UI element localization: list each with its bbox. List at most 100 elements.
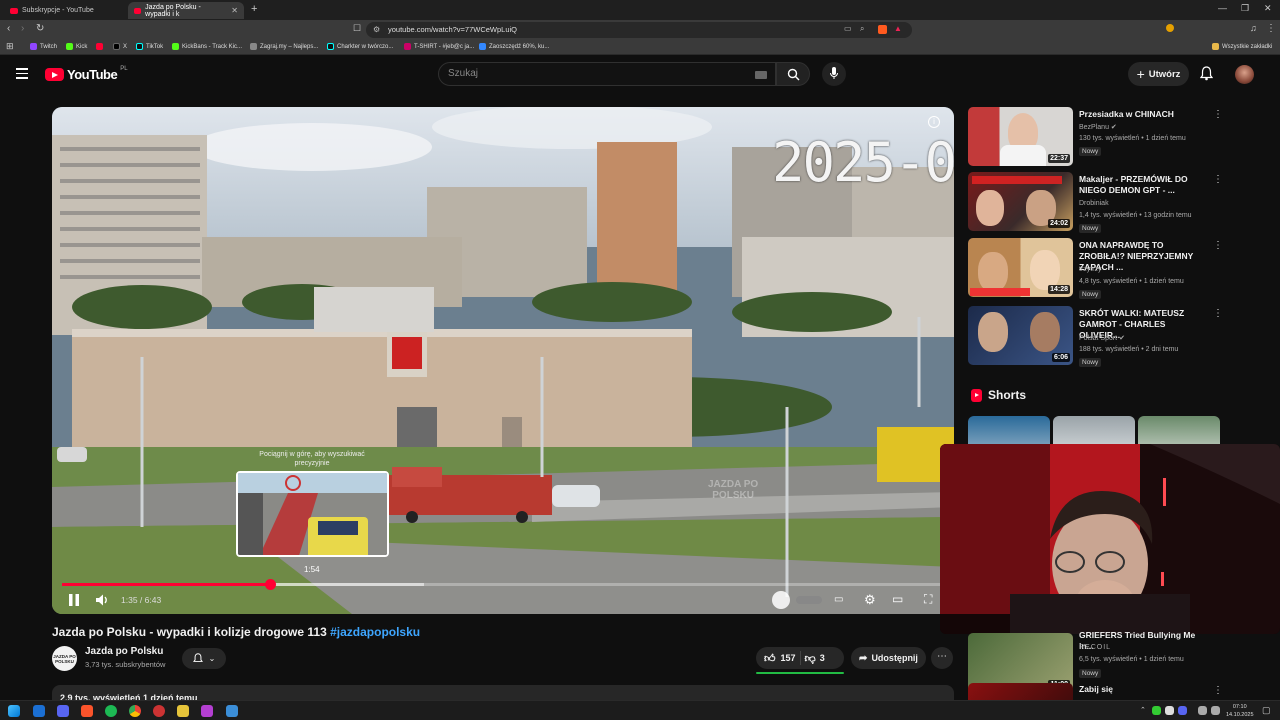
more-options-icon[interactable]: ⋮ [1213, 685, 1223, 696]
video-thumbnail[interactable]: 6:06 [968, 306, 1073, 365]
tab-current-video[interactable]: Jazda po Polsku - wypadki i k ✕ [128, 2, 244, 19]
tray-icon[interactable] [1152, 706, 1161, 715]
recommendation-item[interactable]: 24:02 Makaljer - PRZEMÓWIŁ DO NIEGO DEMO… [968, 172, 1228, 233]
all-bookmarks-folder[interactable]: Wszystkie zakładki [1212, 43, 1272, 50]
volume-tray-icon[interactable] [1211, 706, 1220, 715]
network-icon[interactable] [1198, 706, 1207, 715]
fullscreen-icon[interactable]: ⛶ [924, 592, 932, 607]
brave-icon[interactable] [81, 705, 93, 717]
more-options-icon[interactable]: ⋮ [1213, 240, 1223, 251]
bookmark-tshirt[interactable]: T-SHIRT - #jeb@c ja... [404, 43, 474, 50]
tray-chevron-icon[interactable]: ⌃ [1140, 706, 1146, 714]
create-button[interactable]: + Utwórz [1128, 62, 1189, 86]
video-thumbnail[interactable]: 14:28 [968, 238, 1073, 297]
app-icon[interactable] [201, 705, 213, 717]
short-thumbnail[interactable] [1053, 416, 1135, 446]
theater-mode-icon[interactable]: ▭ [892, 592, 903, 606]
recommendation-item[interactable]: 6:06 SKRÓT WALKI: MATEUSZ GAMROT - CHARL… [968, 306, 1228, 367]
close-window-icon[interactable]: ✕ [1264, 3, 1272, 14]
info-icon[interactable]: i [928, 116, 940, 128]
bookmark-youtube[interactable] [96, 43, 103, 50]
hamburger-menu-icon[interactable] [16, 68, 28, 82]
tray-icon[interactable] [1165, 706, 1174, 715]
bookmark-charkter[interactable]: Charkter w twórczo... [327, 43, 393, 50]
recommendation-channel: RECOIL [1079, 644, 1112, 651]
channel-name[interactable]: Jazda po Polsku [85, 646, 163, 657]
site-info-icon[interactable]: ⚙ [373, 25, 380, 34]
install-icon[interactable]: ▭ [844, 24, 852, 33]
bookmark-kickbans[interactable]: KickBans - Track Kic... [172, 43, 242, 50]
chrome-icon[interactable] [129, 705, 141, 717]
recommendation-item[interactable]: Zabij się ⋮ [968, 683, 1228, 700]
recommendation-stats: 188 tys. wyświetleń • 2 dni temu [1079, 346, 1179, 353]
like-count[interactable]: 157 [781, 653, 796, 663]
short-thumbnail[interactable] [968, 416, 1050, 446]
video-thumbnail[interactable]: 22:37 [968, 107, 1073, 166]
pause-icon[interactable] [68, 593, 80, 607]
maximize-icon[interactable]: ❐ [1241, 3, 1249, 14]
video-thumbnail[interactable] [968, 683, 1073, 700]
minimize-icon[interactable]: — [1218, 3, 1227, 13]
forward-icon[interactable]: › [21, 23, 24, 34]
notifications-bell-icon[interactable] [1200, 66, 1213, 81]
obs-icon[interactable] [153, 705, 165, 717]
dislike-count[interactable]: 3 [820, 653, 825, 663]
more-actions-button[interactable]: ⋯ [931, 647, 953, 669]
search-input[interactable] [448, 68, 738, 79]
youtube-logo[interactable]: YouTube PL [45, 66, 128, 82]
progress-bar[interactable] [62, 579, 944, 590]
reload-icon[interactable]: ↻ [36, 23, 44, 34]
app-icon[interactable] [177, 705, 189, 717]
more-options-icon[interactable]: ⋮ [1213, 174, 1223, 185]
windows-start-icon[interactable] [8, 705, 20, 717]
video-player[interactable]: 2025-09 JAZDA PO POLSKU i Pociągnij w gó… [52, 107, 954, 614]
brave-shields-icon[interactable] [878, 25, 887, 34]
media-control-icon[interactable]: ♫ [1250, 23, 1257, 33]
browser-menu-icon[interactable]: ⋮ [1266, 23, 1276, 34]
channel-avatar[interactable]: JAZDA PO POLSKU [52, 646, 77, 671]
discord-icon[interactable] [57, 705, 69, 717]
recommendation-item[interactable]: 14:28 ONA NAPRAWDĘ TO ZROBIŁA!? NIEPRZYJ… [968, 238, 1228, 299]
address-bar[interactable]: ⚙ youtube.com/watch?v=77WCeWpLuiQ ▭ ⌕ ▲ [366, 22, 912, 38]
hashtag-link[interactable]: #jazdapopolsku [330, 625, 420, 639]
tab-subscriptions[interactable]: Subskrypcje - YouTube [4, 2, 124, 19]
close-tab-icon[interactable]: ✕ [231, 6, 238, 15]
new-tab-button[interactable]: + [251, 3, 257, 15]
share-button[interactable]: ➦ Udostępnij [851, 647, 926, 669]
bookmark-zagraj[interactable]: Zagraj.my – Najleps... [250, 43, 318, 50]
zoom-icon[interactable]: ⌕ [860, 24, 864, 34]
app-icon[interactable] [226, 705, 238, 717]
tray-icon[interactable] [1178, 706, 1187, 715]
thumbs-down-icon[interactable]: 👎︎ [805, 652, 816, 665]
video-thumbnail[interactable]: 24:02 [968, 172, 1073, 231]
apps-grid-icon[interactable]: ⊞ [6, 41, 14, 52]
bookmark-x[interactable]: X [113, 43, 127, 50]
keyboard-icon[interactable] [755, 71, 767, 79]
bookmark-twitch[interactable]: Twitch [30, 43, 57, 50]
subscribed-notification-button[interactable]: ⌄ [182, 648, 226, 669]
bookmark-tiktok[interactable]: TikTok [136, 43, 163, 50]
more-options-icon[interactable]: ⋮ [1213, 109, 1223, 120]
app-icon[interactable] [33, 705, 45, 717]
bookmark-discount[interactable]: Zaoszczędź 60%, ku... [479, 43, 549, 50]
subtitles-icon[interactable]: ▭ [834, 594, 843, 605]
short-thumbnail[interactable] [1138, 416, 1220, 446]
spotify-icon[interactable] [105, 705, 117, 717]
bookmark-kick[interactable]: Kick [66, 43, 87, 50]
taskbar-clock[interactable]: 07:10 14.10.2025 [1226, 703, 1254, 719]
back-icon[interactable]: ‹ [7, 23, 10, 34]
account-avatar[interactable] [1235, 65, 1254, 84]
voice-search-button[interactable] [822, 62, 846, 86]
extension-icon[interactable] [1166, 24, 1174, 32]
rewards-icon[interactable]: ▲ [894, 24, 902, 33]
thumbs-up-icon[interactable]: 👍︎ [764, 652, 776, 665]
recommendation-item[interactable]: 22:37 Przesiadka w CHINACH BezPlanu ✔ 13… [968, 107, 1228, 167]
search-button[interactable] [776, 62, 810, 86]
more-options-icon[interactable]: ⋮ [1213, 308, 1223, 319]
settings-gear-icon[interactable]: ⚙ [864, 592, 876, 608]
bookmark-icon[interactable]: ☐ [353, 23, 361, 34]
volume-icon[interactable] [95, 593, 109, 607]
notifications-icon[interactable]: ▢ [1262, 705, 1271, 716]
autoplay-toggle[interactable] [796, 596, 822, 604]
autoplay-heart-icon[interactable] [772, 591, 790, 609]
